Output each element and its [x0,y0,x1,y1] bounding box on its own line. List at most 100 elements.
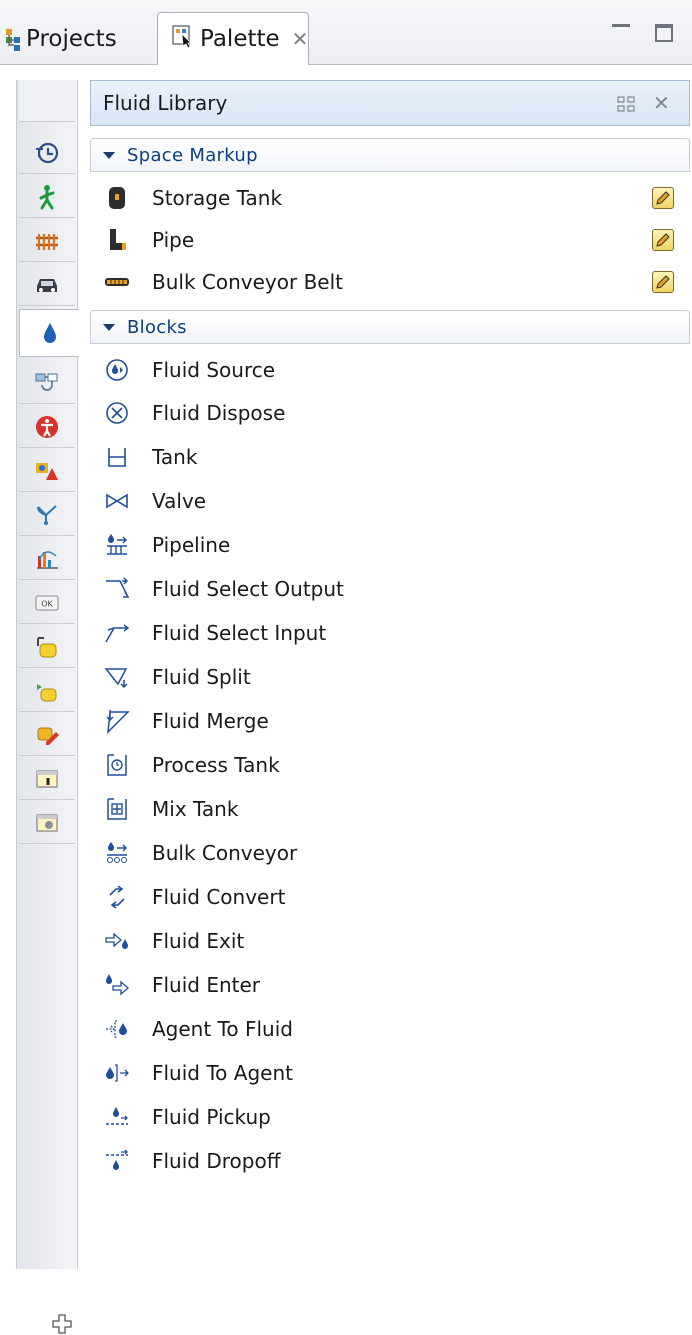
item-label: Valve [152,489,207,513]
fluid-to-agent-icon [104,1060,130,1086]
rail-statechart[interactable] [19,494,75,536]
tab-projects[interactable]: Projects [0,14,156,64]
palette-item-pipeline[interactable]: Pipeline [90,525,690,565]
rail-agent-edit[interactable] [19,714,75,756]
item-label: Fluid Convert [152,885,286,909]
item-label: Bulk Conveyor Belt [152,270,343,294]
fluid-split-icon [104,664,130,690]
tab-close-icon[interactable]: ✕ [292,27,309,51]
palette-item-conveyor-belt[interactable]: Bulk Conveyor Belt [90,262,690,302]
item-label: Fluid Exit [152,929,245,953]
history-icon [36,142,59,163]
storage-tank-icon [104,185,130,211]
fluid-merge-icon [104,708,130,734]
ok-button-control-icon: OK [35,595,59,610]
palette-item-fluid-merge[interactable]: Fluid Merge [90,701,690,741]
shapes-icon [36,462,58,480]
tab-palette[interactable]: Palette ✕ [157,12,309,65]
palette-item-fluid-source[interactable]: Fluid Source [90,350,690,390]
palette-item-fluid-dispose[interactable]: Fluid Dispose [90,393,690,433]
rail-rail[interactable] [19,220,75,262]
tank-icon [104,444,130,470]
rail-pedestrian[interactable] [19,176,75,218]
fluid-dispose-icon [104,400,130,426]
process-flow-icon [35,373,58,391]
section-blocks[interactable]: Blocks [90,310,690,344]
rail-agent[interactable] [19,626,75,668]
item-label: Fluid Split [152,665,251,689]
section-title: Space Markup [127,144,258,166]
agent-green-icon [37,683,57,701]
item-label: Mix Tank [152,797,239,821]
section-space-markup[interactable]: Space Markup [90,138,690,172]
palette-panel: Fluid Library ✕ Space Markup Storage Tan… [90,80,690,1269]
rail-accessibility[interactable] [19,406,75,448]
process-tank-icon [104,752,130,778]
item-label: Pipe [152,228,195,252]
collapse-triangle-icon [103,323,115,331]
palette-item-tank[interactable]: Tank [90,437,690,477]
fluid-dropoff-icon [104,1148,130,1174]
item-label: Pipeline [152,533,231,557]
rail-folder[interactable] [19,802,75,844]
palette-item-valve[interactable]: Valve [90,481,690,521]
item-label: Fluid Merge [152,709,269,733]
mix-tank-icon [104,796,130,822]
maximize-button[interactable] [655,24,673,42]
fluid-enter-icon [104,972,130,998]
minimize-button[interactable] [612,24,630,27]
edit-pencil-icon[interactable] [652,229,674,251]
palette-item-fluid-exit[interactable]: Fluid Exit [90,921,690,961]
library-rail: OK [16,80,79,1334]
palette-item-bulk-conveyor[interactable]: Bulk Conveyor [90,833,690,873]
palette-item-fluid-convert[interactable]: Fluid Convert [90,877,690,917]
item-label: Fluid Select Input [152,621,327,645]
palette-item-storage-tank[interactable]: Storage Tank [90,178,690,218]
rail-agent-green[interactable] [19,670,75,712]
fluid-drop-icon [43,323,56,343]
rail-history[interactable] [19,132,75,174]
rail-process[interactable] [19,362,75,404]
item-label: Agent To Fluid [152,1017,293,1041]
library-close-icon[interactable]: ✕ [653,91,670,115]
rail-fluid[interactable] [19,309,79,357]
plus-icon[interactable] [51,1313,73,1335]
palette-item-fluid-enter[interactable]: Fluid Enter [90,965,690,1005]
rail-top-spacer [19,80,75,122]
grid-view-icon[interactable] [617,96,635,112]
palette-item-mix-tank[interactable]: Mix Tank [90,789,690,829]
palette-item-pipe[interactable]: Pipe [90,220,690,260]
rail-track-icon [36,233,58,250]
folder-image-icon [36,814,58,831]
rail-presentation[interactable] [19,450,75,492]
palette-item-fluid-to-agent[interactable]: Fluid To Agent [90,1053,690,1093]
fluid-pickup-icon [104,1104,130,1130]
item-label: Tank [152,445,198,469]
palette-item-fluid-split[interactable]: Fluid Split [90,657,690,697]
fluid-convert-icon [104,884,130,910]
pipeline-icon [104,532,130,558]
palette-item-select-input[interactable]: Fluid Select Input [90,613,690,653]
conveyor-belt-icon [104,269,130,295]
item-label: Storage Tank [152,186,283,210]
palette-item-fluid-dropoff[interactable]: Fluid Dropoff [90,1141,690,1181]
rail-road[interactable] [19,264,75,306]
edit-pencil-icon[interactable] [652,271,674,293]
item-label: Fluid Enter [152,973,261,997]
rail-experiment[interactable] [19,758,75,800]
palette-item-agent-to-fluid[interactable]: Agent To Fluid [90,1009,690,1049]
palette-item-fluid-pickup[interactable]: Fluid Pickup [90,1097,690,1137]
palette-item-process-tank[interactable]: Process Tank [90,745,690,785]
palette-item-select-output[interactable]: Fluid Select Output [90,569,690,609]
svg-text:OK: OK [41,599,53,608]
pipe-icon [104,227,130,253]
analysis-chart-icon [37,550,58,569]
tab-palette-label: Palette [200,26,280,52]
rail-analysis[interactable] [19,538,75,580]
edit-pencil-icon[interactable] [652,187,674,209]
rail-controls[interactable]: OK [19,582,75,624]
accessibility-icon [36,415,58,438]
fluid-exit-icon [104,928,130,954]
library-header[interactable]: Fluid Library ✕ [90,80,690,126]
fluid-source-icon [104,357,130,383]
